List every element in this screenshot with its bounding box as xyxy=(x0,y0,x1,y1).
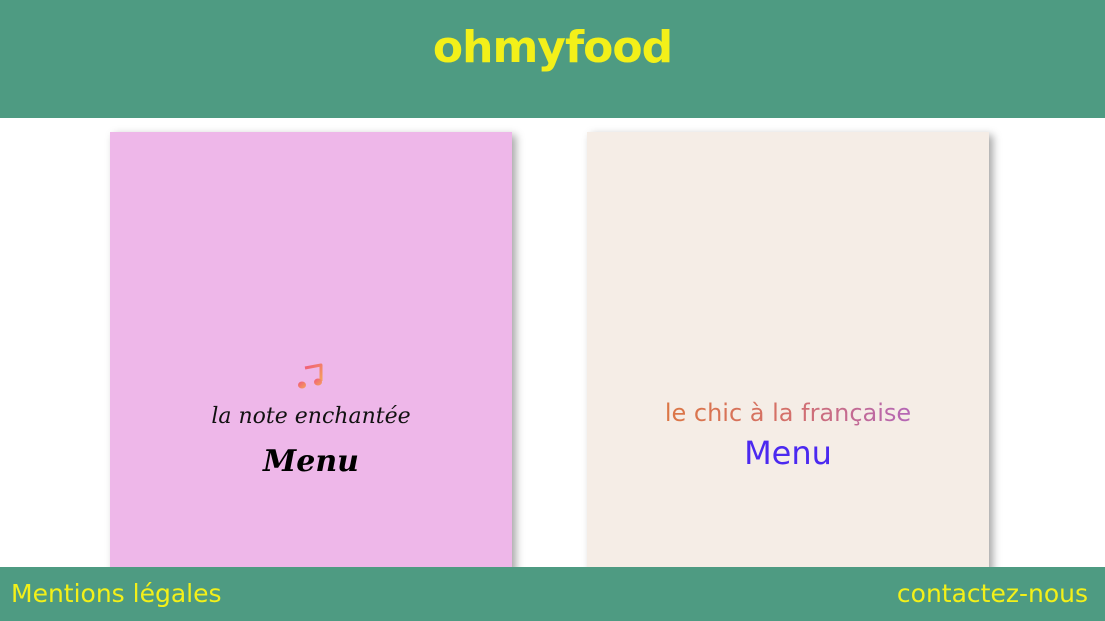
restaurant-card-note-enchantee[interactable]: la note enchantée Menu xyxy=(110,132,512,572)
restaurant-title: la note enchantée xyxy=(211,404,411,429)
legal-notice-link[interactable]: Mentions légales xyxy=(11,579,222,608)
restaurant-card-chic-francaise[interactable]: le chic à la française Menu xyxy=(587,132,989,572)
site-footer: Mentions légales contactez-nous xyxy=(0,567,1105,621)
site-header: ohmyfood xyxy=(0,0,1105,118)
menu-link[interactable]: Menu xyxy=(110,444,512,479)
contact-link[interactable]: contactez-nous xyxy=(897,579,1088,608)
restaurant-title: le chic à la française xyxy=(587,399,989,427)
site-logo[interactable]: ohmyfood xyxy=(433,20,673,76)
menu-link[interactable]: Menu xyxy=(587,434,989,472)
music-note-icon xyxy=(298,363,323,389)
